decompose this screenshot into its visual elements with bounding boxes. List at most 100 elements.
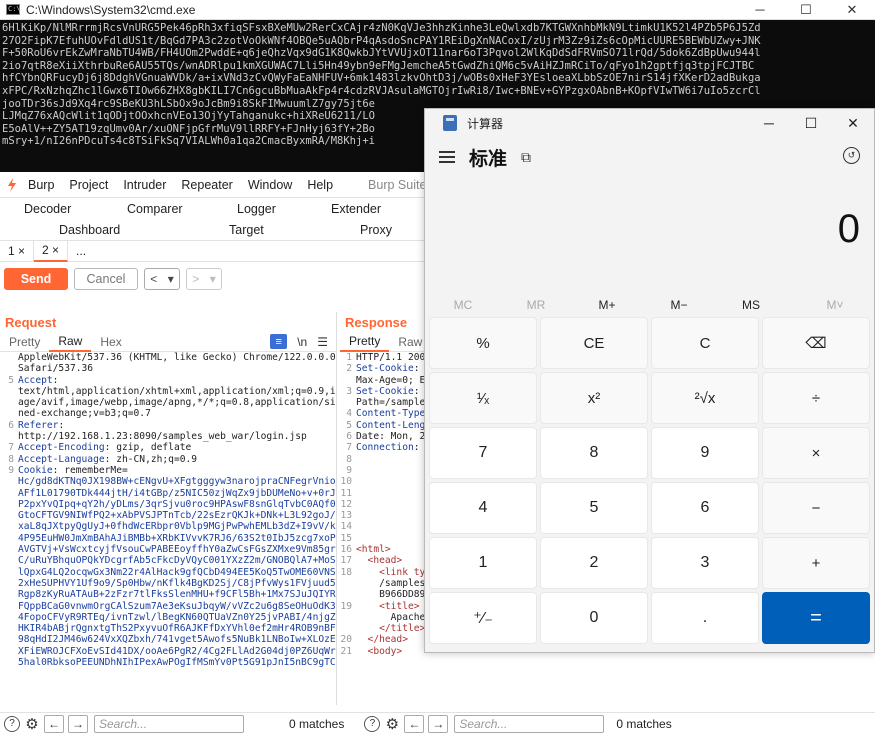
response-pane: Response Pretty Raw 1 HTTP/1.1 200 2 Set-Co…	[340, 312, 424, 705]
repeater-tab-1[interactable]: 1 ×	[0, 240, 35, 262]
line-number: 2	[346, 363, 352, 375]
hamburger-menu-icon[interactable]	[439, 151, 455, 163]
maximize-icon[interactable]: ☐	[790, 109, 832, 137]
newline-toggle[interactable]: \n	[297, 335, 307, 349]
minimize-icon[interactable]: ─	[748, 109, 790, 137]
key-backspace[interactable]: ⌫	[762, 317, 870, 369]
key-digit-7[interactable]: 7	[429, 427, 537, 479]
close-icon[interactable]: ✕	[829, 0, 875, 20]
key-digit-1[interactable]: 1	[429, 537, 537, 589]
keep-on-top-icon[interactable]: ⧉	[521, 149, 531, 166]
arrow-left-icon[interactable]: ←	[44, 714, 64, 733]
menu-burp[interactable]: Burp	[28, 178, 54, 192]
menu-intruder[interactable]: Intruder	[123, 178, 166, 192]
code-text: B966DD892	[356, 589, 424, 601]
code-text: HTTP/1.1 200	[356, 352, 424, 363]
key-digit-6[interactable]: 6	[651, 482, 759, 534]
key-digit-0[interactable]: 0	[540, 592, 648, 644]
word-wrap-icon[interactable]: ≡	[270, 334, 288, 349]
pane-divider[interactable]	[336, 312, 337, 705]
response-editor[interactable]: 1HTTP/1.1 2002Set-Cookie: rMax-Age=0; Ex…	[340, 352, 424, 657]
tab-dashboard[interactable]: Dashboard	[59, 223, 120, 237]
menu-repeater[interactable]: Repeater	[181, 178, 232, 192]
line-number: 1	[346, 352, 352, 363]
code-line: Safari/537.36	[2, 363, 336, 374]
help-icon[interactable]: ?	[364, 715, 381, 732]
arrow-left-icon[interactable]: ←	[404, 714, 425, 733]
burp-status-bar: ? ⚙ ← → Search... 0 matches ? ⚙ ← → Sear…	[0, 712, 875, 734]
key-square[interactable]: x²	[540, 372, 648, 424]
key-negate[interactable]: ⁺⁄₋	[429, 592, 537, 644]
close-icon[interactable]: ✕	[832, 109, 874, 137]
tab-comparer[interactable]: Comparer	[127, 202, 183, 216]
key-digit-4[interactable]: 4	[429, 482, 537, 534]
tab-pretty[interactable]: Pretty	[340, 332, 390, 352]
menu-project[interactable]: Project	[69, 178, 108, 192]
key-subtract[interactable]: −	[762, 482, 870, 534]
tab-extender[interactable]: Extender	[331, 202, 381, 216]
tab-target[interactable]: Target	[229, 223, 264, 237]
tab-hex[interactable]: Hex	[91, 332, 130, 352]
code-text: : rememberMe=	[52, 464, 128, 476]
tab-raw[interactable]: Raw	[49, 332, 92, 352]
key-digit-3[interactable]: 3	[651, 537, 759, 589]
menu-window[interactable]: Window	[248, 178, 292, 192]
key-decimal[interactable]: .	[651, 592, 759, 644]
response-search-input[interactable]: Search...	[454, 714, 605, 733]
key-digit-5[interactable]: 5	[540, 482, 648, 534]
tab-logger[interactable]: Logger	[237, 202, 276, 216]
key-clear-entry[interactable]: CE	[540, 317, 648, 369]
key-divide[interactable]: ÷	[762, 372, 870, 424]
menu-help[interactable]: Help	[307, 178, 333, 192]
code-line: AppleWebKit/537.36 (KHTML, like Gecko) C…	[2, 352, 336, 363]
gear-icon[interactable]: ⚙	[384, 716, 400, 733]
menu-icon[interactable]: ☰	[317, 335, 328, 349]
calculator-display: 0	[425, 177, 874, 287]
memory-button-m[interactable]: M−	[649, 298, 709, 312]
key-digit-8[interactable]: 8	[540, 427, 648, 479]
line-number: 5	[346, 419, 352, 431]
help-icon[interactable]: ?	[4, 715, 20, 732]
history-forward-button[interactable]: > ▾	[186, 268, 222, 290]
key-equals[interactable]: =	[762, 592, 870, 644]
arrow-right-icon[interactable]: →	[68, 714, 88, 733]
code-text: /samples_	[356, 577, 424, 589]
history-icon[interactable]: ↺	[843, 147, 860, 164]
key-clear[interactable]: C	[651, 317, 759, 369]
html-tag: <html>	[356, 544, 391, 556]
code-line: 4Content-Type:	[340, 408, 424, 419]
tab-decoder[interactable]: Decoder	[24, 202, 71, 216]
line-number: 7	[8, 442, 14, 454]
gear-icon[interactable]: ⚙	[24, 716, 40, 733]
cmd-output-line: 27O2FipK7EfuhUOvFdldUS1t/BqGd7PA3c2zotVo…	[2, 34, 761, 47]
key-percent[interactable]: %	[429, 317, 537, 369]
history-back-button[interactable]: < ▾	[144, 268, 180, 290]
key-add[interactable]: +	[762, 537, 870, 589]
key-digit-9[interactable]: 9	[651, 427, 759, 479]
request-matches: 0 matches	[289, 716, 345, 731]
cancel-button[interactable]: Cancel	[74, 268, 138, 290]
repeater-tab-more[interactable]: ...	[68, 240, 94, 262]
key-digit-2[interactable]: 2	[540, 537, 648, 589]
html-tag: </head>	[356, 634, 408, 646]
request-search-input[interactable]: Search...	[94, 714, 244, 733]
tab-raw[interactable]: Raw	[389, 332, 424, 352]
arrow-right-icon[interactable]: →	[428, 714, 449, 733]
code-text: : c	[413, 442, 420, 454]
memory-button-m[interactable]: M+	[577, 298, 637, 312]
maximize-icon[interactable]: ☐	[783, 0, 829, 20]
send-button[interactable]: Send	[4, 268, 68, 290]
key-multiply[interactable]: ×	[762, 427, 870, 479]
code-text: : J	[413, 385, 420, 397]
tab-proxy[interactable]: Proxy	[360, 223, 392, 237]
key-reciprocal[interactable]: ¹⁄ₓ	[429, 372, 537, 424]
minimize-icon[interactable]: ─	[737, 0, 783, 20]
key-square-root[interactable]: ²√x	[651, 372, 759, 424]
line-number: 5	[8, 374, 14, 386]
header-name: Set-Cookie	[356, 363, 414, 375]
request-editor[interactable]: AppleWebKit/537.36 (KHTML, like Gecko) C…	[0, 352, 336, 668]
code-text: : zh-CN,zh;q=0.9	[104, 453, 198, 465]
memory-button-ms[interactable]: MS	[721, 298, 781, 312]
tab-pretty[interactable]: Pretty	[0, 332, 49, 352]
repeater-tab-2[interactable]: 2 ×	[34, 240, 69, 262]
